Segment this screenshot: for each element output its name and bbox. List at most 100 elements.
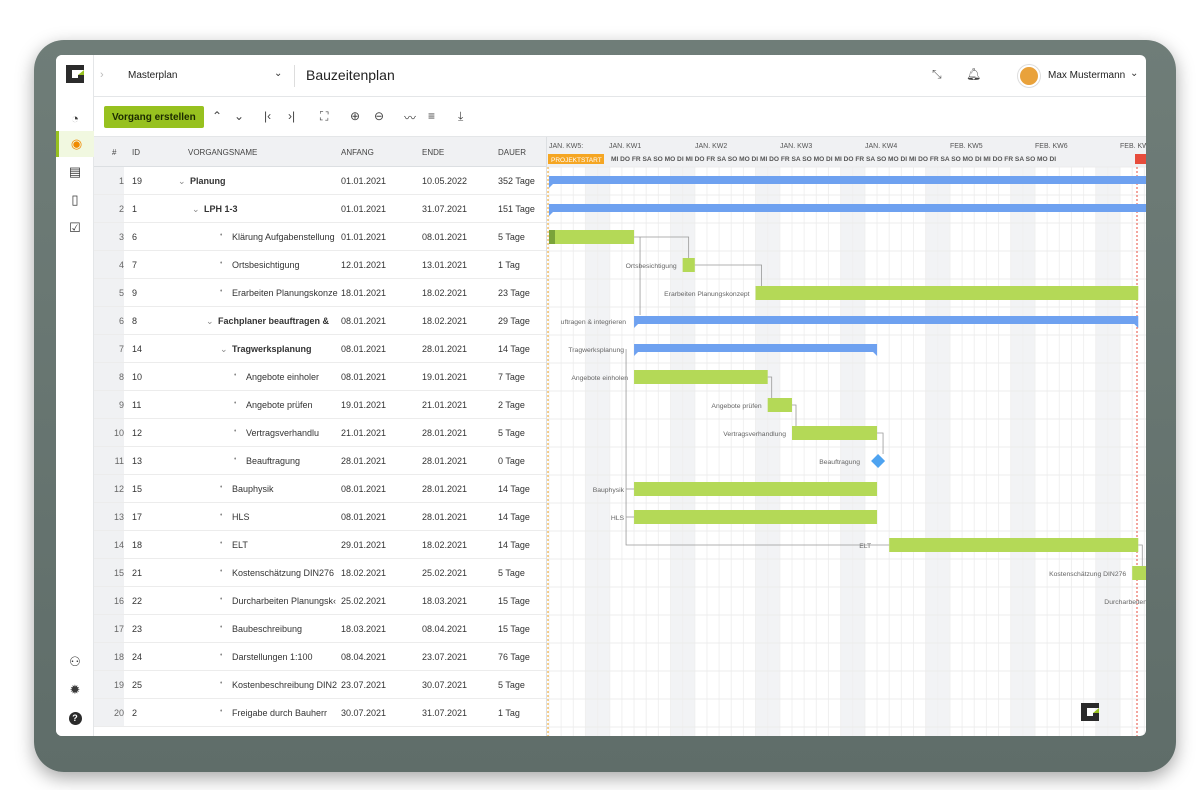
- trend-icon[interactable]: 〰: [404, 109, 416, 126]
- row-name[interactable]: Freigabe durch Bauherr: [232, 708, 339, 718]
- project-icon[interactable]: ◉: [56, 131, 94, 157]
- create-task-button[interactable]: Vorgang erstellen: [104, 106, 204, 128]
- fit-icon[interactable]: ⛶: [320, 109, 328, 124]
- table-row[interactable]: 4 7 • Ortsbesichtigung 12.01.2021 13.01.2021 1…: [94, 251, 546, 279]
- row-name[interactable]: Bauphysik: [232, 484, 339, 494]
- table-row[interactable]: 6 8 ⌄ Fachplaner beauftragen & 08.01.2021 18.…: [94, 307, 546, 335]
- col-num[interactable]: #: [112, 148, 116, 157]
- chevron-down-icon[interactable]: ⌄: [274, 68, 282, 79]
- settings-icon[interactable]: ✹: [56, 677, 94, 703]
- table-row[interactable]: 1 19 ⌄ Planung 01.01.2021 10.05.2022 352 Tage: [94, 167, 546, 195]
- col-duration[interactable]: DAUER: [498, 148, 526, 157]
- row-name[interactable]: Planung: [190, 176, 339, 186]
- table-row[interactable]: 7 14 ⌄ Tragwerksplanung 08.01.2021 28.01.2021…: [94, 335, 546, 363]
- task-label: Vertragsverhandlung: [723, 431, 786, 438]
- row-name[interactable]: Angebote prüfen: [246, 400, 339, 410]
- table-row[interactable]: 11 13 • Beauftragung 28.01.2021 28.01.2021 0 T…: [94, 447, 546, 475]
- summary-bar: [634, 344, 878, 352]
- table-row[interactable]: 13 17 • HLS 08.01.2021 28.01.2021 14 Tage: [94, 503, 546, 531]
- map-icon[interactable]: ▯: [56, 187, 94, 213]
- avatar[interactable]: [1018, 65, 1040, 87]
- row-end: 18.02.2021: [422, 316, 468, 326]
- expand-icon[interactable]: ⌃: [212, 109, 222, 123]
- row-name[interactable]: LPH 1-3: [204, 204, 339, 214]
- row-duration: 0 Tage: [498, 456, 525, 466]
- row-end: 31.07.2021: [422, 708, 468, 718]
- row-name[interactable]: Kostenbeschreibung DIN2: [232, 680, 339, 690]
- row-duration: 5 Tage: [498, 680, 525, 690]
- table-row[interactable]: 12 15 • Bauphysik 08.01.2021 28.01.2021 14 Tag…: [94, 475, 546, 503]
- row-name[interactable]: Ortsbesichtigung: [232, 260, 339, 270]
- caret-down-icon[interactable]: ⌄: [192, 204, 200, 215]
- collapse-all-icon[interactable]: ⌄: [234, 109, 244, 123]
- table-row[interactable]: 2 1 ⌄ LPH 1-3 01.01.2021 31.07.2021 151 Tage: [94, 195, 546, 223]
- table-row[interactable]: 10 12 • Vertragsverhandlu 21.01.2021 28.01.20…: [94, 419, 546, 447]
- team-icon[interactable]: ⚇: [56, 649, 94, 675]
- row-end: 08.01.2021: [422, 232, 468, 242]
- bell-icon[interactable]: 🔔︎: [966, 67, 981, 81]
- table-row[interactable]: 15 21 • Kostenschätzung DIN276 18.02.2021 25.…: [94, 559, 546, 587]
- row-end: 28.01.2021: [422, 456, 468, 466]
- collapse-icon[interactable]: ⤡: [932, 67, 942, 82]
- table-row[interactable]: 19 25 • Kostenbeschreibung DIN2 23.07.2021 30…: [94, 671, 546, 699]
- user-chevron-icon[interactable]: ⌄: [1130, 68, 1138, 79]
- row-name[interactable]: Erarbeiten Planungskonze: [232, 288, 339, 298]
- row-name[interactable]: Baubeschreibung: [232, 624, 339, 634]
- row-name[interactable]: Vertragsverhandlu: [246, 428, 339, 438]
- row-name[interactable]: Klärung Aufgabenstellung: [232, 232, 339, 242]
- table-row[interactable]: 5 9 • Erarbeiten Planungskonze 18.01.2021 18.…: [94, 279, 546, 307]
- table-row[interactable]: 14 18 • ELT 29.01.2021 18.02.2021 14 Tage: [94, 531, 546, 559]
- bullet-icon: •: [220, 232, 223, 239]
- table-row[interactable]: 16 22 • Durcharbeiten Planungsk‹ 25.02.2021 1…: [94, 587, 546, 615]
- table-row[interactable]: 8 10 • Angebote einholer 08.01.2021 19.01.202…: [94, 363, 546, 391]
- filter-icon[interactable]: ≡: [428, 109, 435, 123]
- first-icon[interactable]: |‹: [264, 109, 271, 123]
- top-bar: › Masterplan ⌄ Bauzeitenplan ⤡ 🔔︎ Max Mu…: [94, 55, 1146, 97]
- task-label: Ortsbesichtigung: [626, 263, 677, 270]
- row-name[interactable]: Darstellungen 1:100: [232, 652, 339, 662]
- weekend-column: [1095, 167, 1108, 736]
- col-name[interactable]: VORGANGSNAME: [188, 148, 257, 157]
- caret-down-icon[interactable]: ⌄: [206, 316, 214, 327]
- page-title: Bauzeitenplan: [306, 67, 395, 83]
- table-row[interactable]: 17 23 • Baubeschreibung 18.03.2021 08.04.2021…: [94, 615, 546, 643]
- last-icon[interactable]: ›|: [288, 109, 295, 123]
- milestone-diamond: [871, 454, 886, 468]
- help-icon[interactable]: ?: [56, 705, 94, 731]
- col-id[interactable]: ID: [132, 148, 140, 157]
- zoom-in-icon[interactable]: ⊕: [350, 109, 360, 123]
- row-name[interactable]: Fachplaner beauftragen &: [218, 316, 339, 326]
- clipboard-icon[interactable]: ▤: [56, 159, 94, 185]
- project-select[interactable]: Masterplan: [128, 70, 177, 81]
- caret-down-icon[interactable]: ⌄: [220, 344, 228, 355]
- dashboard-icon[interactable]: ◔: [56, 105, 94, 131]
- col-start[interactable]: ANFANG: [341, 148, 374, 157]
- row-duration: 23 Tage: [498, 288, 530, 298]
- row-name[interactable]: ELT: [232, 540, 339, 550]
- chevron-right-icon[interactable]: ›: [100, 69, 104, 81]
- row-id: 10: [132, 372, 143, 382]
- row-id: 12: [132, 428, 143, 438]
- table-row[interactable]: 3 6 • Klärung Aufgabenstellung 01.01.2021 08.…: [94, 223, 546, 251]
- table-row[interactable]: 18 24 • Darstellungen 1:100 08.04.2021 23.07.…: [94, 643, 546, 671]
- row-name[interactable]: HLS: [232, 512, 339, 522]
- table-row[interactable]: 20 2 • Freigabe durch Bauherr 30.07.2021 31.0…: [94, 699, 546, 727]
- calendar-check-icon[interactable]: ☑: [56, 215, 94, 241]
- row-end: 30.07.2021: [422, 680, 468, 690]
- task-bar: [634, 510, 878, 524]
- row-name[interactable]: Beauftragung: [246, 456, 339, 466]
- row-number: 18: [113, 652, 124, 662]
- row-id: 7: [132, 260, 138, 270]
- task-label: Angebote prüfen: [711, 403, 761, 410]
- user-name[interactable]: Max Mustermann: [1048, 70, 1125, 81]
- col-end[interactable]: ENDE: [422, 148, 444, 157]
- download-icon[interactable]: ⤓: [458, 109, 463, 124]
- row-name[interactable]: Kostenschätzung DIN276: [232, 568, 339, 578]
- zoom-out-icon[interactable]: ⊖: [374, 109, 384, 123]
- row-duration: 151 Tage: [498, 204, 535, 214]
- caret-down-icon[interactable]: ⌄: [178, 176, 186, 187]
- table-row[interactable]: 9 11 • Angebote prüfen 19.01.2021 21.01.2021 2…: [94, 391, 546, 419]
- row-name[interactable]: Tragwerksplanung: [232, 344, 339, 354]
- row-name[interactable]: Durcharbeiten Planungsk‹: [232, 596, 339, 606]
- row-name[interactable]: Angebote einholer: [246, 372, 339, 382]
